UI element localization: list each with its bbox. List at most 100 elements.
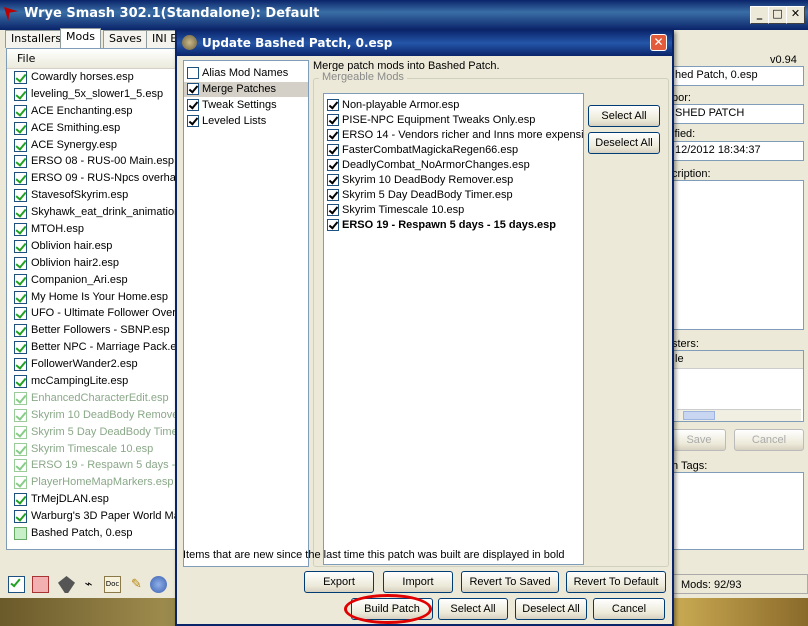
author-field[interactable]: SHED PATCH: [672, 104, 804, 124]
file-row[interactable]: ERSO 19 - Respawn 5 days - 1: [7, 457, 177, 474]
cancel-button[interactable]: Cancel: [593, 598, 665, 620]
tab-saves[interactable]: Saves: [103, 30, 148, 48]
mergeable-mod-row[interactable]: Skyrim 5 Day DeadBody Timer.esp: [324, 188, 583, 203]
tab-mods[interactable]: Mods: [60, 28, 101, 48]
file-checkbox[interactable]: [14, 189, 27, 203]
mergeable-mod-checkbox[interactable]: [327, 99, 339, 111]
select-all-button[interactable]: Select All: [438, 598, 508, 620]
file-checkbox[interactable]: [14, 71, 27, 84]
patcher-checkbox[interactable]: [187, 83, 199, 95]
mergeable-mod-row[interactable]: DeadlyCombat_NoArmorChanges.esp: [324, 158, 583, 173]
mergeable-mod-row[interactable]: ERSO 19 - Respawn 5 days - 15 days.esp: [324, 218, 583, 233]
settings-icon[interactable]: [150, 576, 167, 593]
file-checkbox[interactable]: [14, 290, 27, 304]
file-row[interactable]: FollowerWander2.esp: [7, 356, 177, 373]
file-row[interactable]: UFO - Ultimate Follower Overh: [7, 305, 177, 322]
file-checkbox[interactable]: [14, 324, 27, 338]
patcher-checkbox[interactable]: [187, 115, 199, 127]
mergeable-mod-checkbox[interactable]: [327, 144, 339, 156]
mergeable-mod-checkbox[interactable]: [327, 219, 339, 231]
file-column-header[interactable]: File: [7, 49, 177, 69]
file-row[interactable]: Warburg's 3D Paper World Ma: [7, 508, 177, 525]
revert-to-default-button[interactable]: Revert To Default: [566, 571, 666, 593]
file-checkbox[interactable]: [14, 121, 27, 135]
mod-filename-field[interactable]: hed Patch, 0.esp: [672, 66, 804, 86]
patcher-leveled-lists[interactable]: Leveled Lists: [184, 114, 308, 129]
file-row[interactable]: Cowardly horses.esp: [7, 69, 177, 86]
file-row[interactable]: ERSO 08 - RUS-00 Main.esp: [7, 153, 177, 170]
file-row[interactable]: Skyhawk_eat_drink_animation: [7, 204, 177, 221]
close-button[interactable]: ✕: [786, 6, 805, 24]
file-row[interactable]: TrMejDLAN.esp: [7, 491, 177, 508]
file-row[interactable]: PlayerHomeMapMarkers.esp: [7, 474, 177, 491]
import-button[interactable]: Import: [383, 571, 453, 593]
file-checkbox[interactable]: [14, 206, 27, 220]
file-checkbox[interactable]: [14, 425, 27, 439]
file-checkbox[interactable]: [14, 273, 27, 287]
mergeable-mod-row[interactable]: PISE-NPC Equipment Tweaks Only.esp: [324, 113, 583, 128]
tab-installers[interactable]: Installers: [5, 30, 68, 48]
modified-field[interactable]: 12/2012 18:34:37: [672, 141, 804, 161]
group-deselect-all-button[interactable]: Deselect All: [588, 132, 660, 154]
file-checkbox[interactable]: [14, 493, 27, 507]
dialog-close-button[interactable]: ✕: [650, 34, 667, 51]
patcher-tweak-settings[interactable]: Tweak Settings: [184, 98, 308, 113]
file-checkbox[interactable]: [14, 358, 27, 372]
file-row[interactable]: EnhancedCharacterEdit.esp: [7, 390, 177, 407]
file-row[interactable]: Companion_Ari.esp: [7, 272, 177, 289]
file-row[interactable]: ACE Synergy.esp: [7, 137, 177, 154]
mergeable-mod-row[interactable]: Skyrim Timescale 10.esp: [324, 203, 583, 218]
file-row[interactable]: Skyrim 5 Day DeadBody Timer: [7, 424, 177, 441]
mergeable-mod-row[interactable]: ERSO 14 - Vendors richer and Inns more e…: [324, 128, 583, 143]
patcher-list[interactable]: Alias Mod Names Merge Patches Tweak Sett…: [183, 60, 309, 567]
patcher-checkbox[interactable]: [187, 67, 199, 79]
doc-browser-icon[interactable]: Doc: [104, 576, 121, 593]
patcher-checkbox[interactable]: [187, 99, 199, 111]
file-row[interactable]: Skyrim Timescale 10.esp: [7, 441, 177, 458]
description-field[interactable]: [672, 180, 804, 330]
mod-file-list[interactable]: File Cowardly horses.esp leveling_5x_slow…: [6, 48, 178, 550]
file-row[interactable]: Skyrim 10 DeadBody Remover: [7, 407, 177, 424]
mergeable-mod-checkbox[interactable]: [327, 174, 339, 186]
file-checkbox[interactable]: [14, 87, 27, 101]
file-checkbox[interactable]: [14, 408, 27, 422]
file-checkbox[interactable]: [14, 375, 27, 389]
file-checkbox[interactable]: [14, 510, 27, 524]
deselect-all-button[interactable]: Deselect All: [515, 598, 587, 620]
file-checkbox[interactable]: [14, 172, 27, 186]
mergeable-mod-checkbox[interactable]: [327, 189, 339, 201]
oblivion-icon[interactable]: [58, 576, 75, 593]
mergeable-mod-row[interactable]: FasterCombatMagickaRegen66.esp: [324, 143, 583, 158]
mergeable-mod-row[interactable]: Skyrim 10 DeadBody Remover.esp: [324, 173, 583, 188]
file-row[interactable]: Oblivion hair.esp: [7, 238, 177, 255]
file-checkbox[interactable]: [14, 476, 27, 490]
file-checkbox[interactable]: [14, 341, 27, 355]
patcher-merge-patches[interactable]: Merge Patches: [184, 82, 308, 97]
mergeable-mod-row[interactable]: Non-playable Armor.esp: [324, 98, 583, 113]
revert-to-saved-button[interactable]: Revert To Saved: [461, 571, 559, 593]
file-checkbox[interactable]: [14, 256, 27, 270]
bash-tags-field[interactable]: [672, 472, 804, 550]
masters-column-header[interactable]: le: [673, 351, 803, 369]
cancel-details-button[interactable]: Cancel: [734, 429, 804, 451]
file-row[interactable]: ERSO 09 - RUS-Npcs overhaul: [7, 170, 177, 187]
file-checkbox[interactable]: [14, 307, 27, 321]
file-row[interactable]: MTOH.esp: [7, 221, 177, 238]
file-row[interactable]: ACE Enchanting.esp: [7, 103, 177, 120]
save-button[interactable]: Save: [672, 429, 726, 451]
file-checkbox[interactable]: [14, 442, 27, 456]
uncheck-all-icon[interactable]: [32, 576, 49, 593]
group-select-all-button[interactable]: Select All: [588, 105, 660, 127]
file-row[interactable]: My Home Is Your Home.esp: [7, 289, 177, 306]
edit-icon[interactable]: ✎: [128, 576, 145, 593]
scrollbar-thumb[interactable]: [683, 411, 715, 420]
file-checkbox[interactable]: [14, 391, 27, 405]
mergeable-mods-list[interactable]: Non-playable Armor.esp PISE-NPC Equipment…: [323, 93, 584, 565]
mergeable-mod-checkbox[interactable]: [327, 159, 339, 171]
check-all-icon[interactable]: [8, 576, 25, 593]
file-row[interactable]: mcCampingLite.esp: [7, 373, 177, 390]
export-button[interactable]: Export: [304, 571, 374, 593]
file-row[interactable]: Oblivion hair2.esp: [7, 255, 177, 272]
patcher-alias-mod-names[interactable]: Alias Mod Names: [184, 66, 308, 81]
file-row[interactable]: Bashed Patch, 0.esp: [7, 525, 177, 542]
